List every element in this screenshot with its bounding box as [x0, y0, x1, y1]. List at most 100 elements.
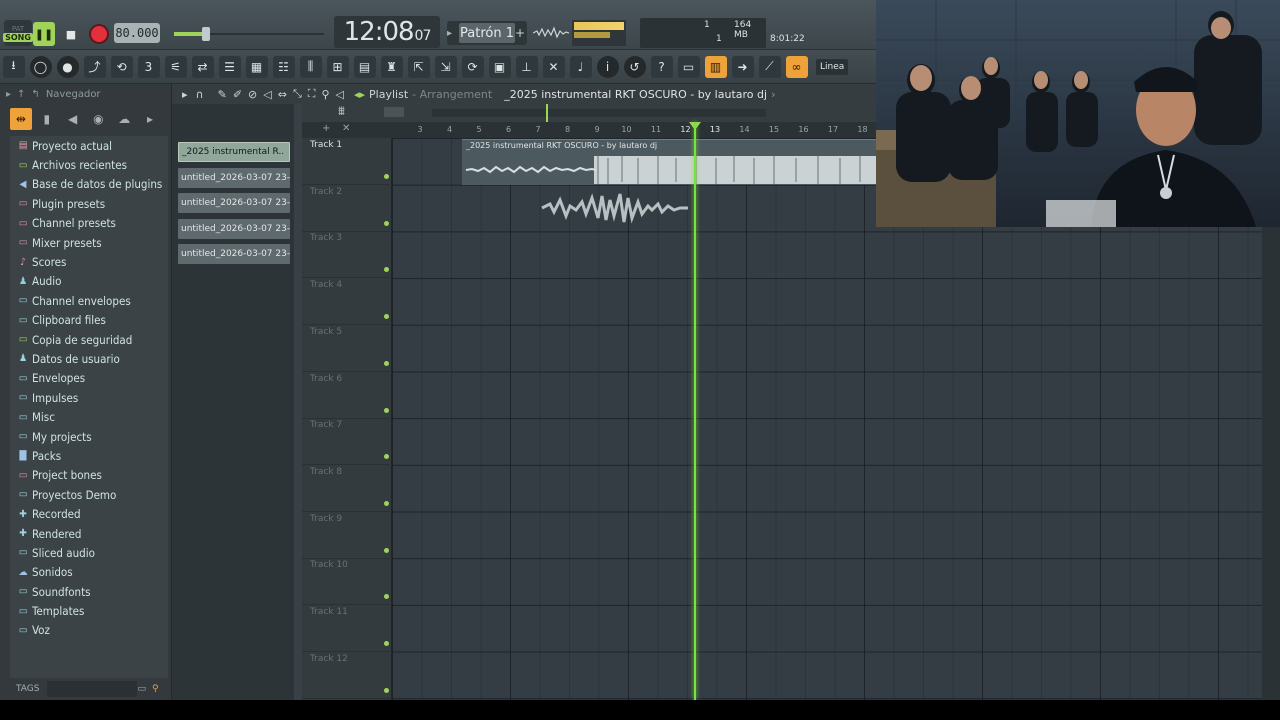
playlist-icon[interactable]: ☰	[218, 55, 241, 78]
timeline-ruler[interactable]: + ✕ 3 4 5 6 7 8 9 10 11 12 13 14 15 16 17 18	[302, 122, 876, 138]
master-volume-slider[interactable]	[174, 26, 324, 42]
track-mute-led[interactable]	[384, 687, 389, 693]
browser-item-sonidos[interactable]: ☁ Sonidos	[10, 563, 168, 582]
track-header[interactable]: Track 9	[302, 512, 392, 559]
browser-item-templates[interactable]: ▭ Templates	[10, 601, 168, 620]
brush-icon[interactable]: ⟋	[758, 55, 781, 78]
channel-rack-icon[interactable]: ☷	[272, 55, 295, 78]
browser-item-voz[interactable]: ▭ Voz	[10, 621, 168, 640]
track-mute-led[interactable]	[384, 594, 389, 600]
track-header[interactable]: Track 2	[302, 185, 392, 232]
tempo-icon[interactable]: ⇱	[407, 55, 430, 78]
add-track-icon[interactable]: ⩩	[338, 104, 345, 119]
select-tool-icon[interactable]: ⛶	[308, 87, 316, 101]
track-header[interactable]: Track 11	[302, 605, 392, 652]
track-mute-led[interactable]	[384, 454, 389, 460]
vertical-scrollbar[interactable]	[1262, 227, 1280, 700]
clip-item[interactable]: untitled_2026-03-07 23-..	[178, 193, 290, 213]
track-mute-led[interactable]	[384, 220, 389, 226]
mute-tool-icon[interactable]: ◁	[263, 88, 271, 101]
browser-item-sliced-audio[interactable]: ▭ Sliced audio	[10, 543, 168, 562]
pattern-label[interactable]: Patrón 1	[459, 23, 515, 43]
arrow-icon[interactable]: ➜	[731, 55, 754, 78]
slice-tool-icon[interactable]: ⤡	[293, 87, 302, 101]
tempo-display[interactable]: 80.000	[114, 23, 160, 43]
wait-icon[interactable]: ⤴	[83, 55, 106, 78]
folder-icon[interactable]: ▭	[137, 684, 146, 694]
pattern-arrow-icon[interactable]: ▸	[447, 28, 459, 39]
project-tab-icon[interactable]: ▮	[36, 108, 58, 130]
playlist-tool-a[interactable]	[384, 107, 404, 117]
more-tab-icon[interactable]: ▸	[139, 108, 161, 130]
all-tab-icon[interactable]: ⇹	[10, 108, 32, 130]
browser-menu-icon[interactable]: ▸	[6, 89, 11, 100]
loop-icon[interactable]: ⟳	[461, 55, 484, 78]
step-icon[interactable]: ⟲	[110, 55, 133, 78]
cloud-tab-icon[interactable]: ☁	[113, 108, 135, 130]
tags-input[interactable]	[47, 681, 138, 697]
browser-item-soundfonts[interactable]: ▭ Soundfonts	[10, 582, 168, 601]
browser-item-channel-presets[interactable]: ▭ Channel presets	[10, 214, 168, 233]
playhead-line[interactable]	[694, 122, 696, 700]
browser-item-packs[interactable]: ▇ Packs	[10, 446, 168, 465]
horizontal-scrollbar[interactable]	[432, 109, 766, 117]
export-icon[interactable]: ⭳	[2, 55, 25, 78]
browser-item-rendered[interactable]: ✚ Rendered	[10, 524, 168, 543]
browser-item-my-projects[interactable]: ▭ My projects	[10, 427, 168, 446]
record-mode-icon[interactable]: ●	[56, 55, 79, 78]
link-icon[interactable]: ∞	[785, 55, 808, 78]
clip-item[interactable]: _2025 instrumental R..	[178, 142, 290, 162]
add-pattern-button[interactable]: +	[515, 26, 527, 40]
track-mute-led[interactable]	[384, 500, 389, 506]
blend-icon[interactable]: 3	[137, 55, 160, 78]
song-position-clock[interactable]: 12:08 07	[334, 16, 440, 48]
pencil-tool-icon[interactable]: ✎	[218, 88, 227, 101]
browser-icon[interactable]: ▤	[353, 55, 376, 78]
plugins-tab-icon[interactable]: ◀	[62, 108, 84, 130]
browser-item-datos-de-usuario[interactable]: ♟ Datos de usuario	[10, 349, 168, 368]
mixer-icon[interactable]: ⫼	[299, 55, 322, 78]
browser-item-clipboard-files[interactable]: ▭ Clipboard files	[10, 311, 168, 330]
help-icon[interactable]: ?	[650, 55, 673, 78]
playback-tool-icon[interactable]: ◁	[336, 88, 344, 101]
browser-item-envelopes[interactable]: ▭ Envelopes	[10, 369, 168, 388]
browser-item-base-de-datos-de-plugins[interactable]: ◀ Base de datos de plugins	[10, 175, 168, 194]
track-header[interactable]: Track 6	[302, 372, 392, 419]
clip-item[interactable]: untitled_2026-03-07 23-..	[178, 244, 290, 264]
play-button[interactable]: ❚❚	[33, 22, 55, 46]
browser-item-impulses[interactable]: ▭ Impulses	[10, 388, 168, 407]
pattern-icon[interactable]: ⇄	[191, 55, 214, 78]
track-header[interactable]: Track 7	[302, 418, 392, 466]
arrangement-label[interactable]: Arrangement	[420, 88, 493, 101]
record-button[interactable]	[88, 22, 110, 46]
browser-item-copia-de-seguridad[interactable]: ▭ Copia de seguridad	[10, 330, 168, 349]
browser-item-audio[interactable]: ♟ Audio	[10, 272, 168, 291]
track-mute-led[interactable]	[384, 641, 389, 646]
cut-icon[interactable]: ⇲	[434, 55, 457, 78]
browser-item-channel-envelopes[interactable]: ▭ Channel envelopes	[10, 291, 168, 310]
plugin-picker-icon[interactable]: ⊞	[326, 55, 349, 78]
browser-item-proyectos-demo[interactable]: ▭ Proyectos Demo	[10, 485, 168, 504]
track-header[interactable]: Track 3	[302, 231, 392, 279]
library-tab-icon[interactable]: ◉	[87, 108, 109, 130]
clip-item[interactable]: untitled_2026-03-07 23-..	[178, 167, 290, 188]
song-mode-toggle[interactable]: PAT SONG	[3, 20, 33, 46]
stop-button[interactable]: ■	[60, 22, 82, 46]
track-header[interactable]: Track 5	[302, 325, 392, 372]
playlist-menu-icon[interactable]: ▸	[182, 88, 188, 101]
track-mute-led[interactable]	[384, 547, 389, 553]
browser-up-icon[interactable]: ↑	[17, 89, 25, 100]
pattern-selector[interactable]: ▸ Patrón 1 +	[447, 21, 527, 45]
track-mute-led[interactable]	[384, 314, 389, 320]
undo-icon[interactable]: ↺	[623, 55, 646, 78]
volume-knob[interactable]	[202, 27, 210, 41]
clip-item[interactable]: untitled_2026-03-07 23-..	[178, 218, 290, 239]
browser-item-proyecto-actual[interactable]: ▤ Proyecto actual	[10, 136, 168, 155]
track-header[interactable]: Track 4	[302, 278, 392, 326]
mic-icon[interactable]: ♩	[569, 55, 592, 78]
track-mute-led[interactable]	[384, 360, 389, 366]
track-header[interactable]: Track 12	[302, 652, 392, 699]
close-icon[interactable]: ✕	[342, 123, 350, 134]
save-icon[interactable]: ▣	[488, 55, 511, 78]
keyboard-icon[interactable]: ▥	[704, 55, 727, 78]
